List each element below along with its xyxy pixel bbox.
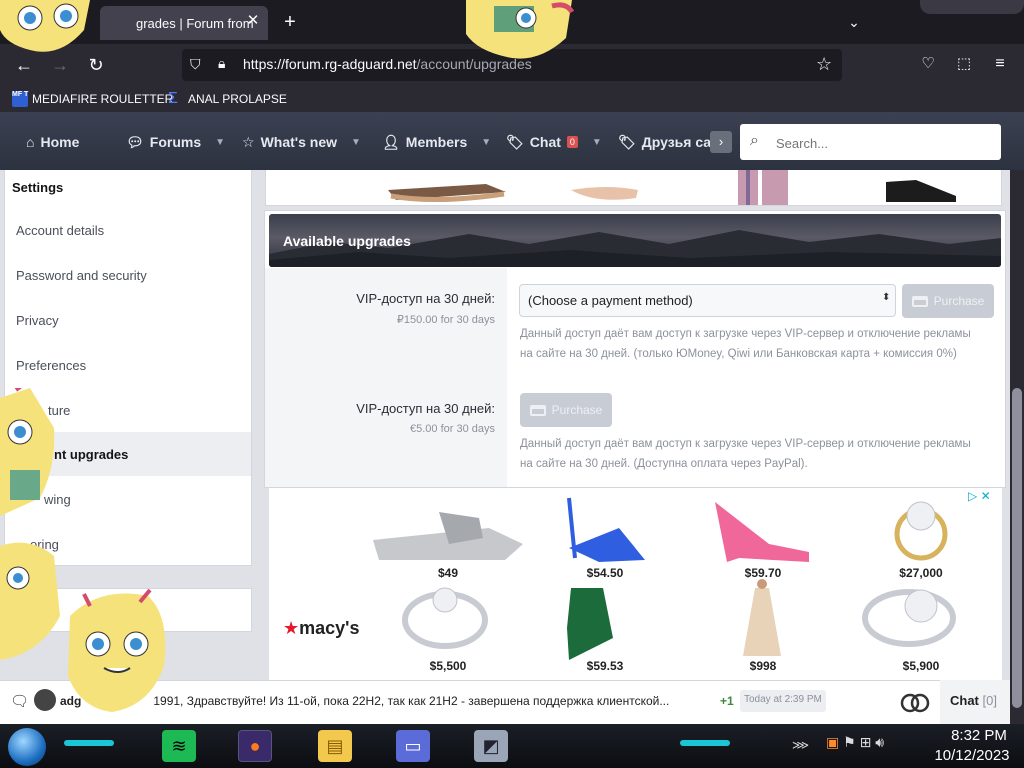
sigma-icon: Σ [168,90,178,107]
chat-label[interactable]: Chat [0] [950,693,997,708]
chevron-down-icon[interactable]: ▼ [215,137,225,148]
tracking-shield-icon[interactable]: ⛉ [190,56,201,73]
ad-banner-top[interactable] [265,170,1002,206]
chevron-down-icon[interactable]: ▼ [481,137,491,148]
ad-price: $5,900 [902,659,940,673]
tray-app-icon[interactable]: ▣ [826,734,839,750]
upgrades-title: Available upgrades [283,233,411,249]
bookmark-label: MEDIAFIRE ROULETTER [32,92,174,106]
ad-price: $59.53 [586,659,624,673]
network-icon[interactable]: ⊞ [860,734,872,750]
credit-card-icon [529,404,546,416]
chevron-down-icon[interactable]: ▼ [351,137,361,148]
taskbar-decoration [64,740,114,746]
tab-title: grades | Forum from [136,15,254,31]
lock-icon[interactable]: 🔒︎ [218,55,225,72]
nav-home[interactable]: ⌂ Home [26,131,79,153]
search-input[interactable] [776,134,976,152]
pocket-icon[interactable]: ♡ [914,50,942,78]
ad-price: $54.50 [586,566,624,580]
nav-whats-new[interactable]: ☆ What's new ▼ [242,131,361,153]
volume-icon[interactable]: 🔊︎ [875,734,884,750]
upgrade-price: ₽150.00 for 30 days [396,314,495,326]
ad-product-images [373,497,956,660]
forums-icon: 💬︎ [126,133,144,150]
ad-price: $5,500 [429,659,467,673]
star-icon: ☆ [242,133,255,150]
search-icon[interactable]: ⌕ [750,132,759,150]
upgrade-label: VIP-доступ на 30 дней: [356,291,495,306]
ad-price: $49 [437,566,459,580]
payment-method-select[interactable]: (Choose a payment method) [519,284,896,317]
clock-date[interactable]: 10/12/2023 [930,747,1014,764]
extensions-icon[interactable]: ⬚ [950,50,978,78]
bookmark-anal-prolapse[interactable]: Σ ANAL PROLAPSE [168,90,287,108]
system-tray[interactable]: ▣ ⚑ ⊞ 🔊︎ [826,734,884,751]
sidebar-item-privacy[interactable]: Privacy [16,313,59,328]
bookmark-mediafire[interactable]: MF T MEDIAFIRE ROULETTER [12,90,173,108]
tag-icon: 🏷︎ [618,133,636,150]
sidebar-item-account-upgrades[interactable]: nt upgrades [54,447,128,462]
chevron-down-icon[interactable]: ▼ [592,137,602,148]
flag-icon[interactable]: ⚑ [843,734,856,750]
upgrade-price: €5.00 for 30 days [409,423,495,435]
cartoon-sticker [0,0,90,52]
tag-icon: 🏷︎ [506,133,524,150]
sidebar-item-password-security[interactable]: Password and security [16,268,147,283]
sidebar-heading: Settings [12,180,64,195]
nav-friends[interactable]: 🏷︎Друзья сай [618,131,710,153]
ad-price: $998 [749,659,777,673]
cartoon-sticker [466,0,575,59]
macys-logo[interactable]: ★macy's [283,618,359,639]
ad-price: $27,000 [899,566,943,580]
nav-chat[interactable]: 🏷︎ Chat 0 ▼ [506,131,602,153]
upgrade-description: Данный доступ даёт вам доступ к загрузке… [520,328,971,360]
browser-tab-active[interactable]: grades | Forum from [100,6,268,40]
task-manager-icon[interactable]: ◩ [474,730,508,762]
purchase-button-eur[interactable]: Purchase [520,393,612,427]
upgrade-description: Данный доступ даёт вам доступ к загрузке… [520,438,971,470]
bookmark-label: ANAL PROLAPSE [188,92,287,106]
cartoon-sticker [0,542,166,712]
ad-product-images [388,170,956,205]
purchase-button-rub[interactable]: Purchase [902,284,994,318]
nav-scroll-right-icon[interactable]: › [710,131,732,153]
new-tab-icon[interactable]: + [278,10,302,34]
home-icon: ⌂ [26,134,35,150]
ad-banner-bottom[interactable] [269,488,1002,680]
cartoon-sticker [0,388,55,516]
clock-time[interactable]: 8:32 PM [944,727,1014,744]
ad-choices-icon[interactable]: ▷ ✕ [968,489,991,503]
taskbar-decoration [680,740,730,746]
menu-icon[interactable]: ≡ [986,50,1014,78]
ad-price: $59.70 [744,566,782,580]
chat-plus-count: +1 [720,694,734,708]
sidebar-item-preferences[interactable]: Preferences [16,358,86,373]
chat-toggle-icon[interactable] [900,692,930,714]
user-icon: 👤︎ [382,133,400,150]
upgrade-label: VIP-доступ на 30 дней: [356,401,495,416]
app-window-icon[interactable]: ▭ [396,730,430,762]
mediafire-icon: MF T [12,91,28,107]
list-tabs-icon[interactable]: ⌄ [842,10,866,34]
spotify-icon[interactable]: ≋ [162,730,196,762]
select-arrows-icon: ⬍ [882,292,891,303]
start-button[interactable] [8,728,46,766]
firefox-icon[interactable]: ● [238,730,272,762]
notifications-icon[interactable]: ⋙ [792,738,809,752]
chat-count-badge: 0 [566,136,578,148]
chat-timestamp: Today at 2:39 PM [740,690,826,712]
nav-members[interactable]: 👤︎ Members ▼ [382,131,491,153]
nav-forums[interactable]: 💬︎ Forums ▼ [126,131,225,153]
sidebar-item-account-details[interactable]: Account details [16,223,104,238]
tab-close-icon[interactable]: ✕ [244,12,262,30]
window-frame-decoration [920,0,1024,14]
credit-card-icon [911,295,928,307]
scrollbar-thumb[interactable] [1012,388,1022,708]
bookmark-star-icon[interactable]: ☆ [816,54,832,75]
file-explorer-icon[interactable]: ▤ [318,730,352,762]
